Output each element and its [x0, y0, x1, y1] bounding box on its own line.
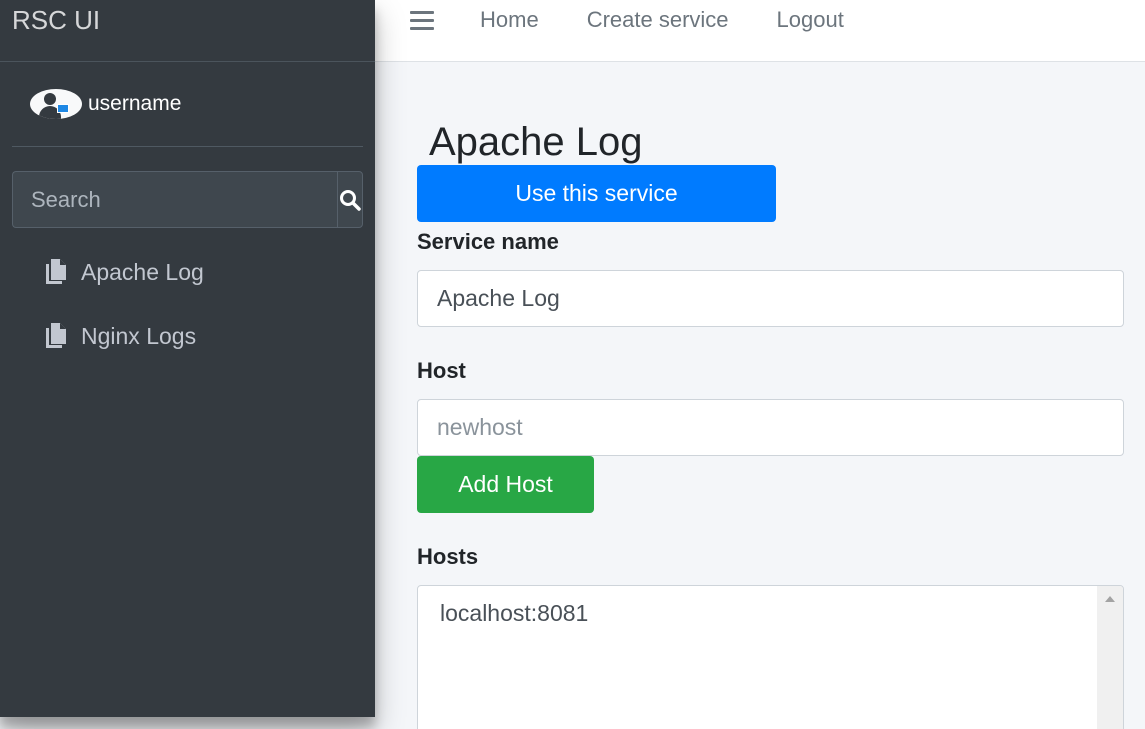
sidebar-item-apache-log[interactable]: Apache Log — [0, 240, 375, 304]
sidebar: RSC UI username Apache Log — [0, 0, 375, 717]
service-name-label: Service name — [417, 229, 559, 254]
hosts-list[interactable]: localhost:8081 — [417, 585, 1124, 729]
add-host-button[interactable]: Add Host — [417, 456, 594, 513]
page-title: Apache Log — [429, 120, 643, 164]
user-avatar-icon — [30, 89, 82, 119]
sidebar-item-nginx-logs[interactable]: Nginx Logs — [0, 304, 375, 368]
search-button[interactable] — [337, 171, 363, 228]
nav-link-logout[interactable]: Logout — [777, 0, 844, 40]
host-input[interactable] — [417, 399, 1124, 456]
username[interactable]: username — [88, 92, 181, 116]
list-item[interactable]: localhost:8081 — [440, 600, 1101, 627]
sidebar-nav: Apache Log Nginx Logs — [0, 240, 375, 368]
host-label: Host — [417, 358, 466, 383]
hamburger-icon[interactable] — [410, 11, 434, 35]
brand: RSC UI — [0, 0, 375, 62]
sidebar-search — [12, 171, 363, 228]
nav-link-create-service[interactable]: Create service — [587, 0, 729, 40]
search-input[interactable] — [12, 171, 337, 228]
brand-link[interactable]: RSC UI — [12, 0, 363, 40]
hosts-label: Hosts — [417, 544, 479, 569]
scroll-up-icon[interactable] — [1105, 596, 1115, 602]
nav-link-home[interactable]: Home — [480, 0, 539, 40]
copy-icon — [44, 258, 70, 286]
sidebar-item-label: Nginx Logs — [81, 322, 197, 349]
search-icon — [340, 189, 361, 211]
sidebar-item-label: Apache Log — [81, 258, 204, 285]
service-name-field[interactable] — [417, 270, 1124, 327]
top-navbar: Home Create service Logout — [375, 0, 1145, 62]
user-panel: username — [12, 62, 363, 147]
use-service-button[interactable]: Use this service — [417, 165, 776, 222]
scrollbar[interactable] — [1097, 586, 1123, 729]
copy-icon — [44, 322, 70, 350]
